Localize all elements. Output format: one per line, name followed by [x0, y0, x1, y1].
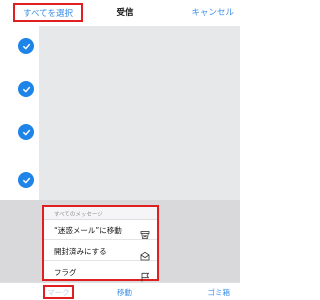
cancel-button[interactable]: キャンセル [191, 6, 234, 18]
action-sheet: すべてのメッセージ “迷惑メール”に移動 開封済みにする フラグ [42, 205, 159, 282]
action-label: 開封済みにする [54, 247, 107, 256]
flag-icon [140, 267, 150, 282]
move-button[interactable]: 移動 [117, 287, 132, 298]
selected-checkmark-icon[interactable] [18, 172, 34, 188]
page-title: 受信 [116, 8, 134, 18]
action-label: “迷惑メール”に移動 [54, 226, 122, 235]
envelope-open-icon [140, 246, 150, 261]
selected-checkmark-icon[interactable] [18, 38, 34, 54]
action-sheet-header: すべてのメッセージ [44, 207, 157, 220]
action-sheet-title: すべてのメッセージ [54, 212, 103, 218]
mark-button[interactable]: マーク [43, 285, 74, 299]
select-all-button[interactable]: すべてを選択 [13, 3, 83, 22]
message-list [0, 26, 240, 206]
action-label: フラグ [54, 268, 77, 277]
junk-icon [140, 225, 150, 239]
navigation-bar: すべてを選択 受信 キャンセル [0, 0, 240, 26]
selected-rows-background [39, 26, 240, 206]
mail-inbox-screen: すべてを選択 受信 キャンセル すべてのメッセージ “迷惑メール”に移動 開封済… [0, 0, 240, 300]
bottom-toolbar: マーク 移動 ゴミ箱 [0, 282, 240, 300]
selected-checkmark-icon[interactable] [18, 124, 34, 140]
mark-as-read-action[interactable]: 開封済みにする [44, 241, 157, 261]
trash-button[interactable]: ゴミ箱 [208, 287, 231, 298]
flag-action[interactable]: フラグ [44, 262, 157, 282]
move-to-junk-action[interactable]: “迷惑メール”に移動 [44, 220, 157, 240]
selected-checkmark-icon[interactable] [18, 81, 34, 97]
